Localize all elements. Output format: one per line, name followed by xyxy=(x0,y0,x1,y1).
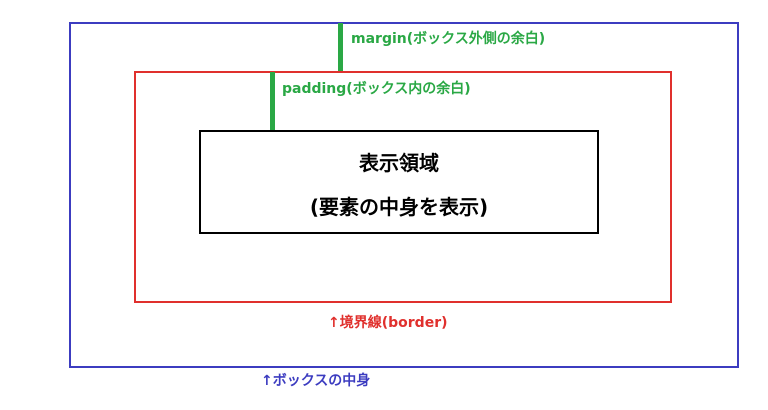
margin-indicator-bar xyxy=(338,23,343,71)
border-label: ↑境界線(border) xyxy=(328,315,448,331)
display-area-title: 表示領域 xyxy=(359,151,439,175)
padding-indicator-bar xyxy=(270,72,275,130)
box-inner-label: ↑ボックスの中身 xyxy=(261,373,371,389)
margin-label: margin(ボックス外側の余白) xyxy=(351,31,546,47)
padding-label: padding(ボックス内の余白) xyxy=(282,81,471,97)
display-area-box: 表示領域 (要素の中身を表示) xyxy=(199,130,599,234)
display-area-subtitle: (要素の中身を表示) xyxy=(309,195,489,219)
